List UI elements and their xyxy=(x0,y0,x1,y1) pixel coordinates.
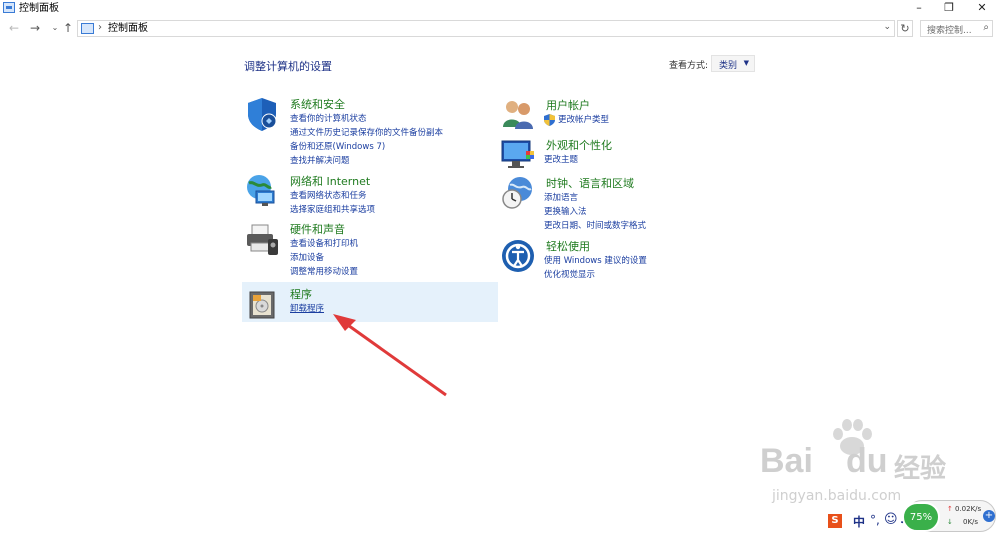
link-devices-printers[interactable]: 查看设备和打印机 xyxy=(290,237,358,251)
watermark-brand: Bai xyxy=(760,442,813,480)
monitor-palette-icon xyxy=(501,140,534,168)
link-mobility-settings[interactable]: 调整常用移动设置 xyxy=(290,265,358,279)
category-title[interactable]: 用户帐户 xyxy=(546,97,590,113)
search-input[interactable]: 搜索控制... ⌕ xyxy=(920,20,993,37)
network-globe-icon xyxy=(247,175,275,206)
link-homegroup-sharing[interactable]: 选择家庭组和共享选项 xyxy=(290,203,375,217)
minimize-button[interactable]: – xyxy=(904,0,934,18)
shield-icon xyxy=(248,98,277,131)
address-dropdown-icon[interactable]: ⌄ xyxy=(883,22,891,32)
link-recommended-settings[interactable]: 使用 Windows 建议的设置 xyxy=(544,254,647,268)
search-placeholder: 搜索控制... xyxy=(927,26,972,36)
link-uninstall-program[interactable]: 卸载程序 xyxy=(290,302,324,316)
watermark-brand-du: du xyxy=(846,442,888,480)
baidu-watermark: Bai du 经验 jingyan.baidu.com xyxy=(760,418,950,508)
link-add-device[interactable]: 添加设备 xyxy=(290,251,358,265)
add-plus-icon[interactable]: + xyxy=(983,510,995,522)
link-network-status[interactable]: 查看网络状态和任务 xyxy=(290,189,375,203)
breadcrumb-separator-icon[interactable]: › xyxy=(98,22,102,33)
up-arrow-icon[interactable]: ↑ xyxy=(61,21,75,35)
users-icon xyxy=(503,101,533,129)
close-button[interactable]: ✕ xyxy=(967,0,997,18)
category-title[interactable]: 外观和个性化 xyxy=(546,137,612,153)
view-by-label: 查看方式: xyxy=(669,61,709,71)
category-title[interactable]: 网络和 Internet xyxy=(290,173,370,189)
printer-icon xyxy=(247,224,278,255)
ease-of-access-icon xyxy=(502,240,534,272)
programs-hover-highlight xyxy=(242,282,498,322)
cpu-usage-badge[interactable]: 75% xyxy=(902,502,940,532)
restore-button[interactable]: ❐ xyxy=(934,0,964,18)
control-panel-icon xyxy=(3,2,15,13)
category-title[interactable]: 时钟、语言和区域 xyxy=(546,175,634,191)
download-speed: 0K/s xyxy=(963,518,979,526)
window-title: 控制面板 xyxy=(19,3,59,14)
sogou-ime-icon[interactable]: S xyxy=(828,514,842,528)
watermark-url: jingyan.baidu.com xyxy=(772,488,902,504)
forward-arrow-icon[interactable]: → xyxy=(28,21,42,35)
punctuation-icon[interactable]: °, xyxy=(870,513,880,527)
upload-arrow-icon: ↑ xyxy=(947,505,953,513)
link-backup-restore[interactable]: 备份和还原(Windows 7) xyxy=(290,140,443,154)
view-by-value: 类别 xyxy=(719,61,738,71)
control-panel-icon xyxy=(81,23,94,34)
link-file-history-backup[interactable]: 通过文件历史记录保存你的文件备份副本 xyxy=(290,126,443,140)
programs-icon xyxy=(249,291,275,319)
link-change-theme[interactable]: 更改主题 xyxy=(544,153,578,167)
title-bar: 控制面板 – ❐ ✕ xyxy=(0,0,1000,18)
ime-mode-indicator[interactable]: 中 xyxy=(853,513,865,530)
category-title[interactable]: 轻松使用 xyxy=(546,238,590,254)
cpu-usage-value: 75% xyxy=(909,512,933,523)
link-view-computer-status[interactable]: 查看你的计算机状态 xyxy=(290,112,443,126)
chevron-down-icon: ▼ xyxy=(743,59,749,67)
link-troubleshoot[interactable]: 查找并解决问题 xyxy=(290,154,443,168)
recent-locations-icon[interactable]: ⌄ xyxy=(48,21,62,35)
search-icon[interactable]: ⌕ xyxy=(983,22,989,33)
view-by-select[interactable]: 类别 ▼ xyxy=(711,55,755,72)
breadcrumb-control-panel[interactable]: 控制面板 xyxy=(108,22,148,35)
page-title: 调整计算机的设置 xyxy=(244,60,332,73)
link-change-account-type[interactable]: 更改帐户类型 xyxy=(544,113,609,127)
download-arrow-icon: ↓ xyxy=(947,518,953,526)
link-add-language[interactable]: 添加语言 xyxy=(544,191,646,205)
upload-speed: 0.02K/s xyxy=(955,505,982,513)
watermark-cn: 经验 xyxy=(894,454,947,484)
address-bar[interactable]: › 控制面板 ⌄ xyxy=(77,20,895,37)
emoji-icon[interactable]: ☺ xyxy=(884,512,898,527)
navigation-bar: ← → ⌄ ↑ › 控制面板 ⌄ ↻ 搜索控制... ⌕ xyxy=(0,18,1000,40)
category-title[interactable]: 程序 xyxy=(290,286,312,302)
link-text: 更改帐户类型 xyxy=(558,115,610,125)
category-title[interactable]: 硬件和声音 xyxy=(290,221,345,237)
link-date-time-format[interactable]: 更改日期、时间或数字格式 xyxy=(544,219,646,233)
link-optimize-display[interactable]: 优化视觉显示 xyxy=(544,268,647,282)
link-change-input-method[interactable]: 更换输入法 xyxy=(544,205,646,219)
globe-clock-icon xyxy=(502,177,532,209)
back-arrow-icon[interactable]: ← xyxy=(7,21,21,35)
category-title[interactable]: 系统和安全 xyxy=(290,96,345,112)
refresh-icon[interactable]: ↻ xyxy=(897,20,913,37)
uac-shield-icon xyxy=(544,114,555,126)
